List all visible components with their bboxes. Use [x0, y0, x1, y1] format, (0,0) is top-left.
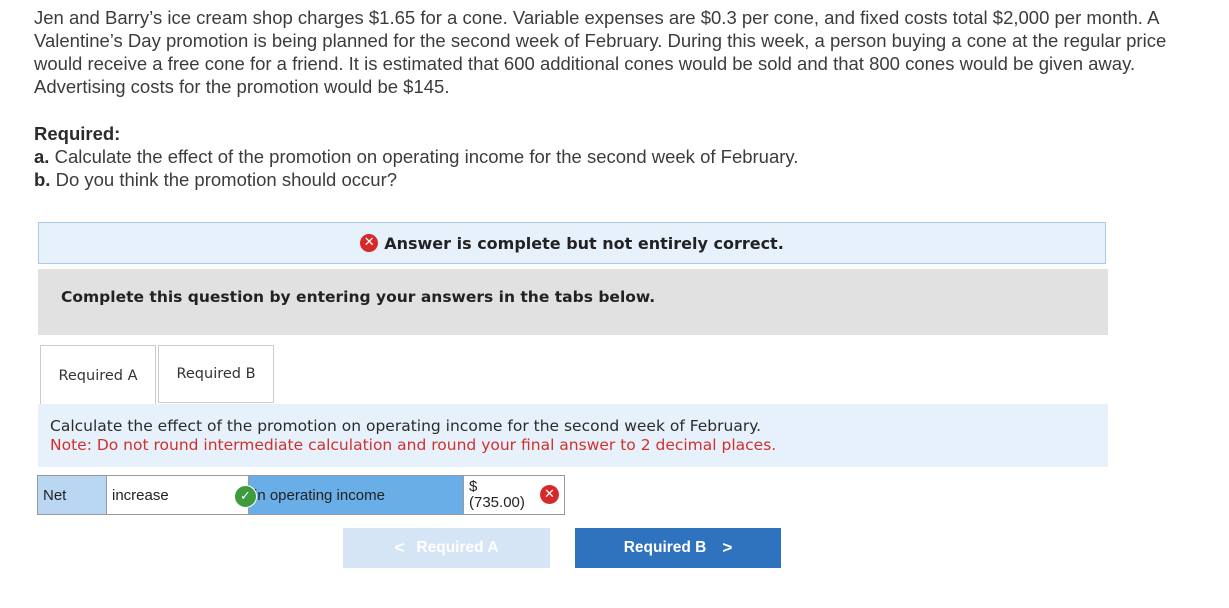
net-label: Net [43, 486, 67, 504]
required-b-label: b. [34, 169, 51, 190]
problem-statement: Jen and Barry’s ice cream shop charges $… [34, 7, 1167, 97]
next-required-b-button[interactable]: Required B > [575, 528, 781, 568]
next-button-label: Required B [623, 539, 707, 556]
instructions-text: Complete this question by entering your … [61, 288, 656, 306]
increase-decrease-dropdown[interactable]: increase ✓ [106, 475, 257, 515]
x-circle-icon: ✕ [360, 234, 379, 252]
panel-instruction: Calculate the effect of the promotion on… [50, 417, 762, 435]
answer-row: Net increase ✓ in operating income $ (73… [37, 475, 565, 515]
required-b-text: Do you think the promotion should occur? [55, 169, 398, 190]
tab-required-b-label: Required B [176, 366, 256, 382]
answer-status-text: Answer is complete but not entirely corr… [384, 233, 784, 253]
tab-required-a[interactable]: Required A [40, 345, 156, 405]
x-circle-icon: ✕ [540, 485, 559, 504]
currency-symbol: $ [469, 478, 478, 495]
check-circle-icon: ✓ [234, 485, 257, 508]
required-a-label: a. [34, 146, 50, 167]
tab-required-a-label: Required A [58, 367, 138, 384]
tab-panel-header: Calculate the effect of the promotion on… [38, 404, 1108, 467]
amount-input[interactable]: $ (735.00) ✕ [463, 475, 565, 515]
answer-status-banner: ✕ Answer is complete but not entirely co… [38, 222, 1106, 264]
dropdown-value: increase [112, 486, 169, 504]
required-section: Required: a. Calculate the effect of the… [34, 122, 1034, 191]
tab-required-b[interactable]: Required B [158, 345, 274, 403]
required-heading: Required: [34, 123, 121, 144]
chevron-left-icon: < [394, 538, 405, 557]
operating-income-label-cell: in operating income [248, 475, 464, 515]
instructions-bar: Complete this question by entering your … [38, 269, 1108, 335]
chevron-right-icon: > [722, 538, 733, 557]
required-b: b. Do you think the promotion should occ… [34, 168, 1034, 191]
panel-note: Note: Do not round intermediate calculat… [50, 436, 777, 454]
prev-button-label: Required A [416, 539, 499, 556]
tab-bar: Required A Required B [40, 345, 274, 405]
required-a-text: Calculate the effect of the promotion on… [54, 146, 799, 167]
prev-required-a-button[interactable]: < Required A [343, 528, 550, 568]
required-a: a. Calculate the effect of the promotion… [34, 145, 1034, 168]
amount-value: (735.00) [469, 494, 525, 511]
net-label-cell: Net [37, 475, 107, 515]
operating-income-label: in operating income [254, 486, 385, 504]
